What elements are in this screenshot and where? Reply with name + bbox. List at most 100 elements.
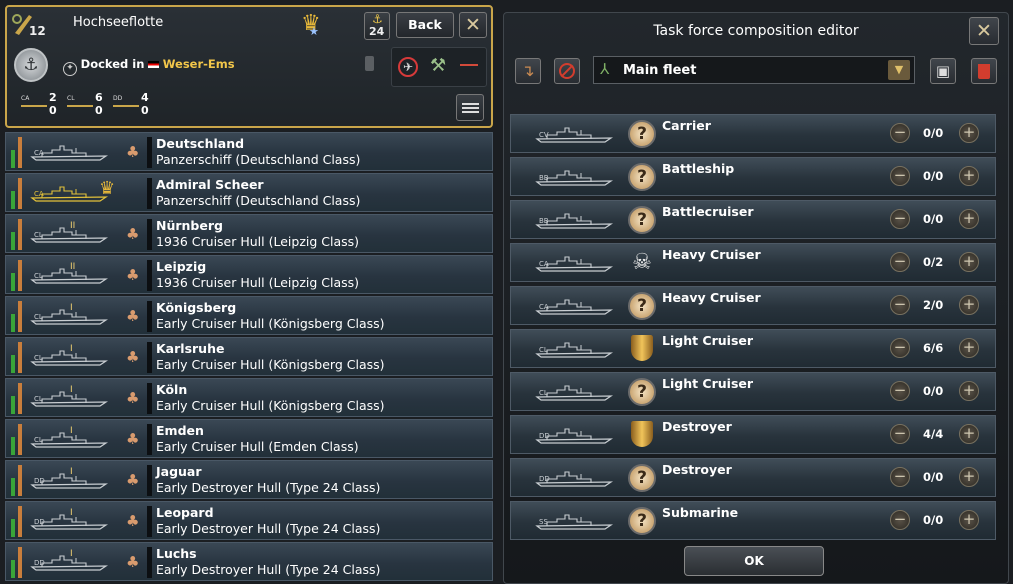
ship-row[interactable]: DD I ♣ Leopard Early Destroyer Hull (Typ…	[5, 501, 493, 540]
increase-button[interactable]: +	[959, 424, 979, 444]
ship-tier: I	[70, 344, 73, 354]
rank-button[interactable]: ⚓ 24	[364, 12, 390, 40]
ok-button[interactable]: OK	[684, 546, 824, 576]
composition-row[interactable]: CA ? Heavy Cruiser − 2/0 +	[510, 286, 996, 325]
composition-row[interactable]: CL Light Cruiser − 6/6 +	[510, 329, 996, 368]
composition-row[interactable]: CV ? Carrier − 0/0 +	[510, 114, 996, 153]
composition-bottom: 0	[95, 104, 103, 117]
close-editor-button[interactable]: ✕	[969, 17, 999, 45]
save-template-button[interactable]: ▣	[930, 58, 956, 84]
repair-tools-icon[interactable]: ⚒	[430, 55, 446, 76]
ship-row[interactable]: DD I ♣ Luchs Early Destroyer Hull (Type …	[5, 542, 493, 581]
ship-row[interactable]: CA ♛ Admiral Scheer Panzerschiff (Deutsc…	[5, 173, 493, 212]
increase-button[interactable]: +	[959, 295, 979, 315]
ship-row[interactable]: DD I ♣ Jaguar Early Destroyer Hull (Type…	[5, 460, 493, 499]
decrease-button[interactable]: −	[890, 467, 910, 487]
fleet-details-button[interactable]	[456, 94, 484, 121]
increase-button[interactable]: +	[959, 467, 979, 487]
row-separator	[147, 301, 152, 332]
ship-silhouette-icon: CL	[30, 268, 109, 284]
ship-silhouette-icon: CA	[535, 299, 614, 315]
ship-silhouette-icon: CL	[30, 227, 109, 243]
globe-icon: ✦	[63, 62, 77, 76]
composition-row[interactable]: BB ? Battlecruiser − 0/0 +	[510, 200, 996, 239]
prohibit-icon	[559, 63, 575, 79]
increase-button[interactable]: +	[959, 252, 979, 272]
chevron-down-icon[interactable]: ▼	[888, 60, 910, 80]
role-name: Destroyer	[662, 419, 732, 434]
organization-bar	[18, 137, 22, 168]
crown-icon: ♛	[99, 178, 116, 199]
increase-button[interactable]: +	[959, 209, 979, 229]
ship-tier: I	[70, 508, 73, 518]
role-count: 0/0	[923, 470, 944, 484]
ship-row[interactable]: CL I ♣ Köln Early Cruiser Hull (Königsbe…	[5, 378, 493, 417]
admiral-badge[interactable]: 12	[11, 11, 51, 41]
decrease-button[interactable]: −	[890, 166, 910, 186]
admiral-skill: 12	[29, 24, 46, 38]
decrease-button[interactable]: −	[890, 424, 910, 444]
composition-row[interactable]: SS ? Submarine − 0/0 +	[510, 501, 996, 540]
increase-button[interactable]: +	[959, 510, 979, 530]
decrease-button[interactable]: −	[890, 209, 910, 229]
ship-silhouette: CA	[30, 182, 109, 204]
svg-text:CL: CL	[34, 231, 43, 239]
increase-button[interactable]: +	[959, 166, 979, 186]
fleet-name[interactable]: Hochseeflotte	[73, 15, 163, 30]
composition-ca: CA 2 0	[21, 91, 65, 121]
decrease-button[interactable]: −	[890, 510, 910, 530]
increase-button[interactable]: +	[959, 381, 979, 401]
composition-row[interactable]: BB ? Battleship − 0/0 +	[510, 157, 996, 196]
delete-template-button[interactable]	[971, 58, 997, 84]
ship-hull: Early Cruiser Hull (Königsberg Class)	[156, 357, 385, 372]
composition-top: 2	[49, 91, 57, 104]
decrease-button[interactable]: −	[890, 338, 910, 358]
decrease-button[interactable]: −	[890, 252, 910, 272]
composition-row[interactable]: DD Destroyer − 4/4 +	[510, 415, 996, 454]
ship-silhouette-icon: CL	[30, 309, 109, 325]
organization-bar	[18, 260, 22, 291]
role-count: 4/4	[923, 427, 944, 441]
role-name: Heavy Cruiser	[662, 247, 761, 262]
decrease-button[interactable]: −	[890, 123, 910, 143]
svg-text:CL: CL	[34, 354, 43, 362]
svg-text:CA: CA	[539, 260, 549, 268]
svg-text:DD: DD	[34, 518, 45, 526]
trash-icon	[978, 64, 990, 79]
ship-row[interactable]: CL I ♣ Karlsruhe Early Cruiser Hull (Kön…	[5, 337, 493, 376]
status-row: ✦ Docked in Weser-Ems	[63, 57, 235, 76]
fleet-template-select[interactable]: ⅄ Main fleet ▼	[593, 56, 915, 84]
ship-silhouette: BB	[531, 209, 617, 231]
ship-row[interactable]: CL II ♣ Leipzig 1936 Cruiser Hull (Leipz…	[5, 255, 493, 294]
composition-row[interactable]: CA ☠ Heavy Cruiser − 0/2 +	[510, 243, 996, 282]
close-button[interactable]: ✕	[459, 12, 487, 38]
clear-button[interactable]	[554, 58, 580, 84]
strength-bar	[11, 355, 15, 373]
composition-row[interactable]: DD ? Destroyer − 0/0 +	[510, 458, 996, 497]
back-button[interactable]: Back	[396, 12, 454, 38]
ship-row[interactable]: CL I ♣ Königsberg Early Cruiser Hull (Kö…	[5, 296, 493, 335]
ship-hull: Early Destroyer Hull (Type 24 Class)	[156, 521, 381, 536]
clover-icon: ♣	[126, 553, 140, 571]
naval-mission-icon[interactable]	[460, 60, 478, 66]
decrease-button[interactable]: −	[890, 381, 910, 401]
anchor-icon[interactable]: ⚓	[14, 48, 48, 82]
ship-row[interactable]: CL I ♣ Emden Early Cruiser Hull (Emden C…	[5, 419, 493, 458]
ship-row[interactable]: CA ♣ Deutschland Panzerschiff (Deutschla…	[5, 132, 493, 171]
ship-row[interactable]: CL II ♣ Nürnberg 1936 Cruiser Hull (Leip…	[5, 214, 493, 253]
svg-text:CA: CA	[34, 149, 44, 157]
organization-bar	[18, 424, 22, 455]
clover-icon: ♣	[126, 512, 140, 530]
no-strike-icon[interactable]: ✈	[398, 57, 418, 77]
location-name[interactable]: Weser-Ems	[163, 57, 235, 71]
composition-row[interactable]: CL ? Light Cruiser − 0/0 +	[510, 372, 996, 411]
decrease-button[interactable]: −	[890, 295, 910, 315]
role-count: 2/0	[923, 298, 944, 312]
svg-text:DD: DD	[539, 432, 550, 440]
svg-text:CA: CA	[539, 303, 549, 311]
increase-button[interactable]: +	[959, 338, 979, 358]
ship-tier: II	[70, 221, 76, 231]
ship-silhouette-icon: BB	[535, 170, 614, 186]
increase-button[interactable]: +	[959, 123, 979, 143]
load-template-button[interactable]: ↴	[515, 58, 541, 84]
